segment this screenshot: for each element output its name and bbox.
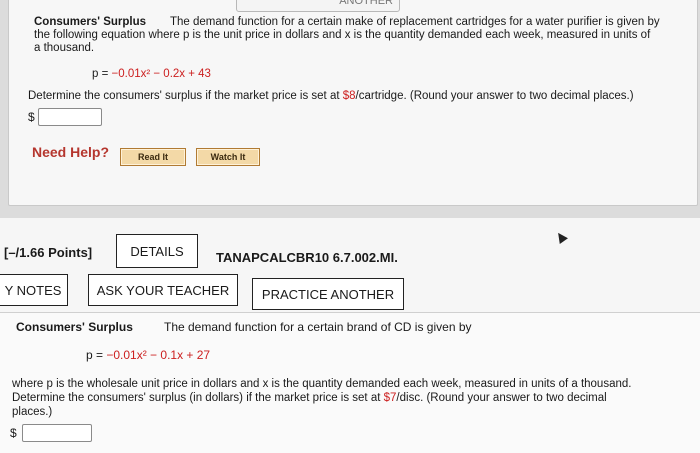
- q1-line2: the following equation where p is the un…: [34, 29, 651, 41]
- q1-eq-rhs: −0.01x² − 0.2x + 43: [111, 68, 211, 80]
- q1-prompt: Determine the consumers' surplus if the …: [28, 90, 634, 102]
- q2-currency: $: [10, 426, 17, 440]
- my-notes-button[interactable]: Y NOTES: [0, 274, 68, 306]
- q2-line2-price: $7: [383, 392, 397, 404]
- q1-equation: p = −0.01x² − 0.2x + 43: [92, 68, 211, 80]
- q2-line1: where p is the wholesale unit price in d…: [12, 378, 632, 390]
- read-it-button[interactable]: Read It: [120, 148, 186, 166]
- q2-line2-b: /disc. (Round your answer to two decimal: [396, 392, 607, 404]
- q1-currency: $: [28, 110, 35, 124]
- practice-another-button[interactable]: PRACTICE ANOTHER: [252, 278, 404, 310]
- details-button[interactable]: DETAILS: [116, 234, 198, 268]
- q2-line2-a: Determine the consumers' surplus (in dol…: [12, 392, 384, 404]
- another-tab-stub[interactable]: ANOTHER: [236, 0, 400, 12]
- q1-title: Consumers' Surplus: [34, 16, 147, 28]
- q1-eq-lhs: p =: [92, 68, 112, 80]
- q1-prompt-a: Determine the consumers' surplus if the …: [28, 90, 343, 102]
- q2-code: TANAPCALCBR10 6.7.002.MI.: [216, 250, 398, 265]
- q2-equation: p = −0.01x² − 0.1x + 27: [86, 348, 210, 362]
- ask-your-teacher-button[interactable]: ASK YOUR TEACHER: [88, 274, 238, 306]
- q2-answer-input[interactable]: [22, 424, 92, 442]
- q2-line2: Determine the consumers' surplus (in dol…: [12, 392, 607, 404]
- q1-answer-input[interactable]: [38, 108, 102, 126]
- q2-line3: places.): [12, 406, 53, 418]
- q2-eq-lhs: p =: [86, 348, 107, 362]
- q1-prompt-b: /cartridge. (Round your answer to two de…: [355, 90, 634, 102]
- watch-it-button[interactable]: Watch It: [196, 148, 260, 166]
- q2-intro: The demand function for a certain brand …: [164, 320, 472, 334]
- q1-line3: a thousand.: [34, 42, 95, 54]
- q2-title: Consumers' Surplus: [16, 320, 133, 334]
- need-help-label: Need Help?: [32, 144, 110, 160]
- q2-eq-rhs: −0.01x² − 0.1x + 27: [106, 348, 211, 362]
- q1-line1: The demand function for a certain make o…: [170, 16, 660, 28]
- q1-prompt-price: $8: [342, 90, 356, 102]
- q2-points: [–/1.66 Points]: [4, 245, 93, 260]
